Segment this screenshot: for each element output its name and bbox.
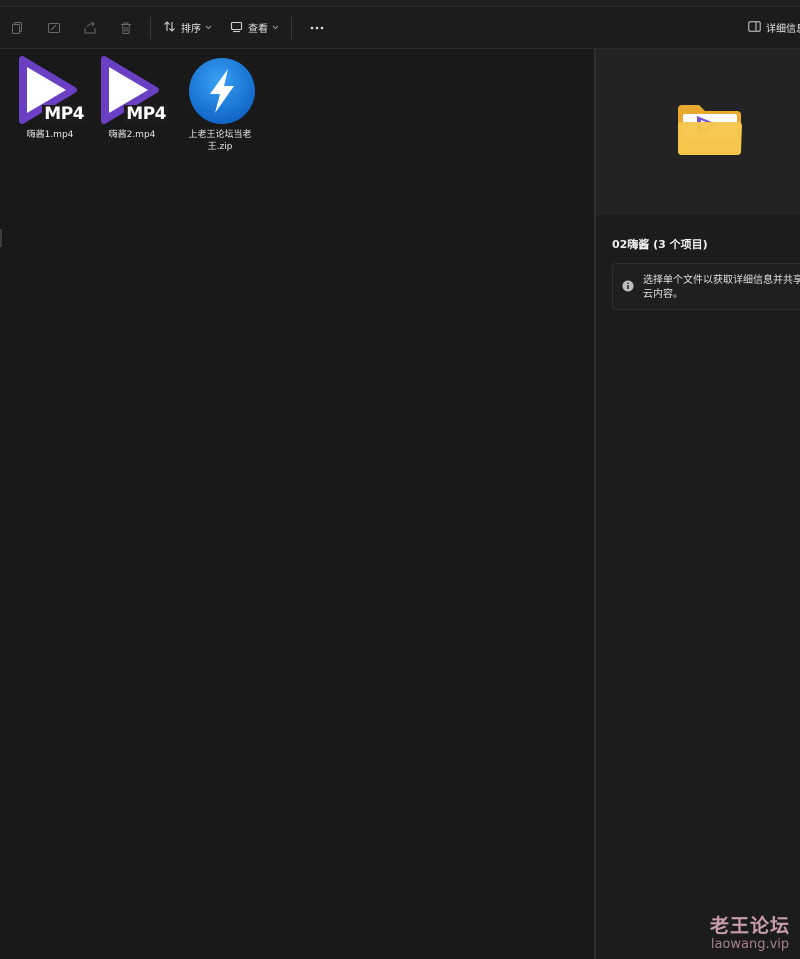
- mp4-file-icon: MP4: [12, 55, 88, 127]
- file-item-video-2[interactable]: MP4 嗨酱2.mp4: [92, 55, 172, 141]
- command-bar: 排序 查看 详细信息: [0, 7, 800, 49]
- delete-icon[interactable]: [117, 19, 135, 37]
- watermark-url: laowang.vip: [710, 937, 790, 952]
- details-pane-icon: [748, 20, 761, 35]
- info-icon: [622, 280, 634, 292]
- folder-title: 02嗨酱 (3 个项目): [612, 238, 708, 251]
- file-explorer-window: 排序 查看 详细信息: [0, 0, 800, 959]
- view-label: 查看: [248, 24, 268, 35]
- zip-archive-icon: [182, 55, 258, 127]
- file-name: 上老王论坛当老王.zip: [188, 130, 252, 152]
- sort-label: 排序: [181, 24, 201, 35]
- share-icon[interactable]: [81, 19, 99, 37]
- rename-icon[interactable]: [45, 19, 63, 37]
- mp4-file-icon: MP4: [94, 55, 170, 127]
- sort-icon: [163, 20, 176, 36]
- view-button[interactable]: 查看: [224, 15, 285, 41]
- folder-icon: [678, 105, 742, 155]
- file-item-video-1[interactable]: MP4 嗨酱1.mp4: [10, 55, 90, 141]
- view-icon: [230, 20, 243, 36]
- more-options-button[interactable]: [304, 15, 330, 41]
- file-item-archive[interactable]: 上老王论坛当老王.zip: [180, 55, 260, 153]
- title-bar-strip: [0, 0, 800, 7]
- sort-button[interactable]: 排序: [157, 15, 218, 41]
- chevron-down-icon: [272, 22, 279, 33]
- watermark-title: 老王论坛: [709, 915, 790, 937]
- more-icon: [310, 22, 324, 33]
- file-list-area[interactable]: MP4 嗨酱1.mp4 MP4 嗨酱2.mp4 上老王论坛当老王.zip: [0, 49, 594, 959]
- navigation-pane-edge: [0, 229, 2, 247]
- mp4-badge: MP4: [124, 104, 168, 124]
- site-watermark: 老王论坛 laowang.vip: [710, 915, 790, 953]
- folder-preview: [596, 49, 800, 215]
- copy-icon[interactable]: [9, 19, 27, 37]
- details-label: 详细信息: [766, 24, 800, 35]
- mp4-badge: MP4: [42, 104, 86, 124]
- chevron-down-icon: [205, 22, 212, 33]
- info-card: 选择单个文件以获取详细信息并共享云内容。: [612, 263, 800, 310]
- details-pane-button[interactable]: 详细信息: [748, 7, 800, 48]
- file-name: 嗨酱1.mp4: [26, 130, 74, 140]
- toolbar-separator: [291, 16, 292, 39]
- toolbar-separator: [150, 16, 151, 39]
- file-name: 嗨酱2.mp4: [108, 130, 156, 140]
- details-pane: 02嗨酱 (3 个项目) 选择单个文件以获取详细信息并共享云内容。 老王论坛 l…: [596, 49, 800, 959]
- info-message: 选择单个文件以获取详细信息并共享云内容。: [643, 275, 800, 300]
